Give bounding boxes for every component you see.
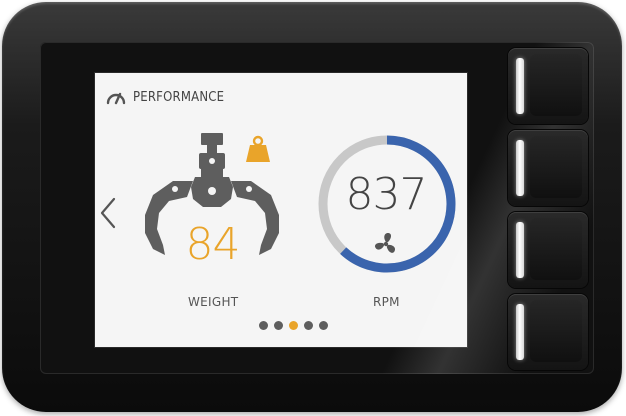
screen-header: PERFORMANCE	[105, 87, 224, 107]
side-button-1[interactable]	[508, 48, 588, 124]
button-led	[516, 58, 524, 114]
page-title: PERFORMANCE	[133, 89, 225, 105]
weight-label: WEIGHT	[188, 295, 239, 309]
button-led	[516, 304, 524, 360]
side-button-4[interactable]	[508, 294, 588, 370]
rpm-value: 837	[345, 169, 428, 220]
fan-icon	[375, 233, 396, 253]
page-indicator[interactable]	[259, 321, 328, 330]
button-face	[530, 54, 582, 116]
weight-value: 84	[185, 219, 241, 270]
button-led	[516, 140, 524, 196]
side-button-3[interactable]	[508, 212, 588, 288]
page-dot[interactable]	[319, 321, 328, 330]
rpm-label: RPM	[373, 295, 400, 309]
page-dot[interactable]	[274, 321, 283, 330]
page-dot[interactable]	[259, 321, 268, 330]
side-button-2[interactable]	[508, 130, 588, 206]
page-dot-active[interactable]	[289, 321, 298, 330]
button-face	[530, 300, 582, 362]
page-dot[interactable]	[304, 321, 313, 330]
button-face	[530, 136, 582, 198]
speedometer-icon	[106, 92, 126, 105]
button-face	[530, 218, 582, 280]
button-led	[516, 222, 524, 278]
chevron-left-icon[interactable]	[97, 195, 119, 231]
screen: PERFORMANCE 84 WEIGHT 837 RPM	[94, 72, 468, 348]
weight-icon	[246, 135, 270, 162]
